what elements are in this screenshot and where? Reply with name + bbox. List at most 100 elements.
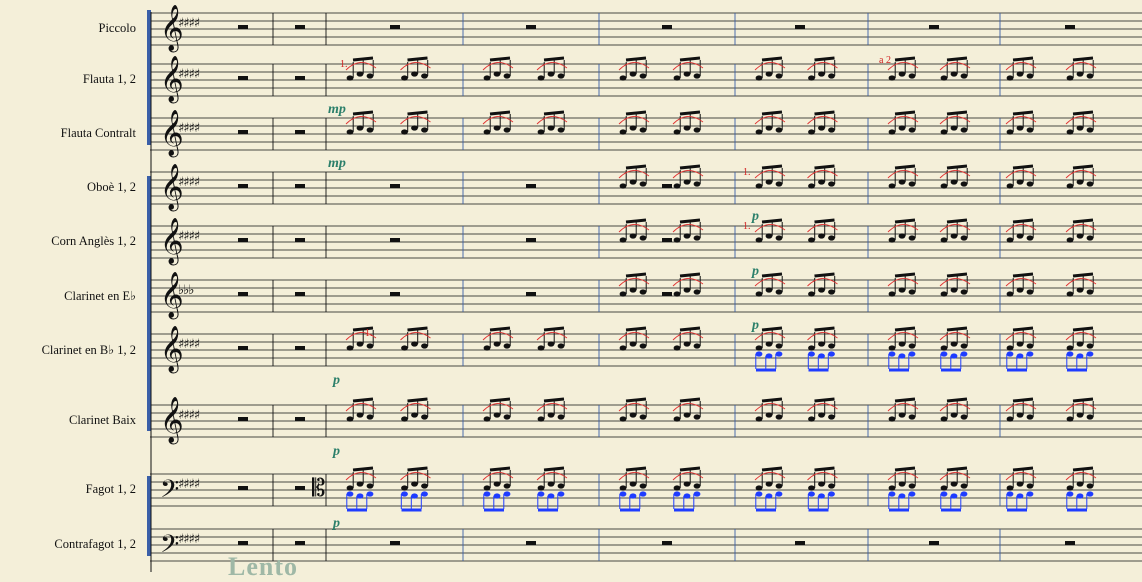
note-group bbox=[1065, 164, 1097, 189]
notehead bbox=[888, 416, 896, 422]
notehead bbox=[1076, 353, 1084, 359]
slur bbox=[807, 62, 838, 71]
notehead bbox=[1006, 291, 1014, 297]
slur bbox=[887, 170, 919, 179]
whole-rest-icon bbox=[295, 486, 305, 490]
note-group bbox=[536, 466, 568, 491]
note-group bbox=[807, 326, 838, 351]
notehead bbox=[1076, 179, 1084, 185]
notehead bbox=[828, 414, 835, 420]
slur bbox=[618, 116, 650, 125]
note-group bbox=[672, 397, 704, 422]
beam bbox=[407, 466, 428, 472]
note-group bbox=[887, 110, 919, 135]
note-group bbox=[1005, 56, 1037, 81]
notehead bbox=[765, 233, 773, 239]
notehead bbox=[401, 129, 408, 135]
note-group bbox=[807, 397, 838, 422]
note-group bbox=[536, 110, 568, 135]
slur bbox=[807, 224, 838, 233]
notehead bbox=[673, 345, 681, 351]
notehead bbox=[888, 75, 896, 81]
notehead bbox=[960, 351, 968, 357]
slur bbox=[536, 332, 568, 341]
alto-clef-icon: 𝄡 bbox=[312, 474, 325, 502]
note-group bbox=[345, 56, 377, 81]
note-group-voice2 bbox=[807, 491, 835, 512]
notehead bbox=[401, 75, 408, 81]
notehead bbox=[629, 287, 637, 293]
whole-rest-icon bbox=[526, 184, 536, 188]
note-group bbox=[618, 326, 650, 351]
notehead bbox=[346, 485, 354, 491]
whole-rest-icon bbox=[238, 292, 248, 296]
notehead bbox=[950, 287, 958, 293]
beam bbox=[814, 110, 835, 116]
slur bbox=[1005, 116, 1037, 125]
entry-mark-horn: 1. bbox=[743, 221, 751, 232]
notehead bbox=[619, 345, 627, 351]
whole-rest-icon bbox=[662, 541, 672, 545]
note-group bbox=[345, 466, 377, 491]
notehead bbox=[775, 235, 783, 241]
whole-rest-icon bbox=[295, 238, 305, 242]
notehead bbox=[808, 491, 815, 497]
notehead bbox=[683, 341, 691, 347]
notehead bbox=[898, 412, 906, 418]
note-group bbox=[536, 56, 568, 81]
bass-clef-icon: 𝄢 bbox=[160, 530, 179, 565]
notehead bbox=[818, 412, 825, 418]
slur bbox=[345, 116, 377, 125]
notehead bbox=[1006, 491, 1014, 497]
entry-mark-clarinet: 1. bbox=[365, 328, 373, 339]
notehead bbox=[693, 414, 701, 420]
notehead bbox=[818, 125, 825, 131]
instrument-label: Flauta 1, 2 bbox=[82, 72, 136, 86]
note-group bbox=[672, 164, 704, 189]
notehead bbox=[818, 233, 825, 239]
note-group bbox=[754, 164, 786, 189]
notehead bbox=[1066, 345, 1074, 351]
notehead bbox=[629, 179, 637, 185]
notehead bbox=[828, 181, 835, 187]
instrument-label: Clarinet Baix bbox=[69, 413, 136, 427]
beam bbox=[407, 326, 428, 332]
notehead bbox=[818, 71, 825, 77]
slur bbox=[482, 116, 514, 125]
note-group bbox=[939, 56, 971, 81]
slur bbox=[1005, 224, 1037, 233]
notehead bbox=[537, 416, 545, 422]
notehead bbox=[940, 183, 948, 189]
notehead bbox=[960, 491, 968, 497]
notehead bbox=[483, 129, 491, 135]
whole-rest-icon bbox=[295, 130, 305, 134]
beam bbox=[814, 397, 835, 403]
notehead bbox=[808, 129, 815, 135]
notehead bbox=[1006, 351, 1014, 357]
beam bbox=[894, 326, 916, 332]
note-group bbox=[1065, 272, 1097, 297]
slur bbox=[1065, 472, 1097, 481]
notehead bbox=[1086, 343, 1094, 349]
beam bbox=[679, 326, 701, 332]
notehead bbox=[493, 341, 501, 347]
beam bbox=[543, 466, 565, 472]
note-group bbox=[1005, 397, 1037, 422]
dynamic-mp: mp bbox=[328, 156, 346, 171]
notehead bbox=[1076, 125, 1084, 131]
whole-rest-icon bbox=[1065, 541, 1075, 545]
beam bbox=[1012, 466, 1034, 472]
notehead bbox=[493, 71, 501, 77]
notehead bbox=[1066, 237, 1074, 243]
instrument-label: Oboè 1, 2 bbox=[87, 180, 136, 194]
notehead bbox=[950, 493, 958, 499]
notehead bbox=[537, 75, 545, 81]
notehead bbox=[1026, 235, 1034, 241]
beam bbox=[894, 397, 916, 403]
notehead bbox=[888, 345, 896, 351]
note-group bbox=[1065, 397, 1097, 422]
notehead bbox=[493, 412, 501, 418]
beam bbox=[543, 326, 565, 332]
whole-rest-icon bbox=[238, 25, 248, 29]
slur bbox=[939, 472, 971, 481]
